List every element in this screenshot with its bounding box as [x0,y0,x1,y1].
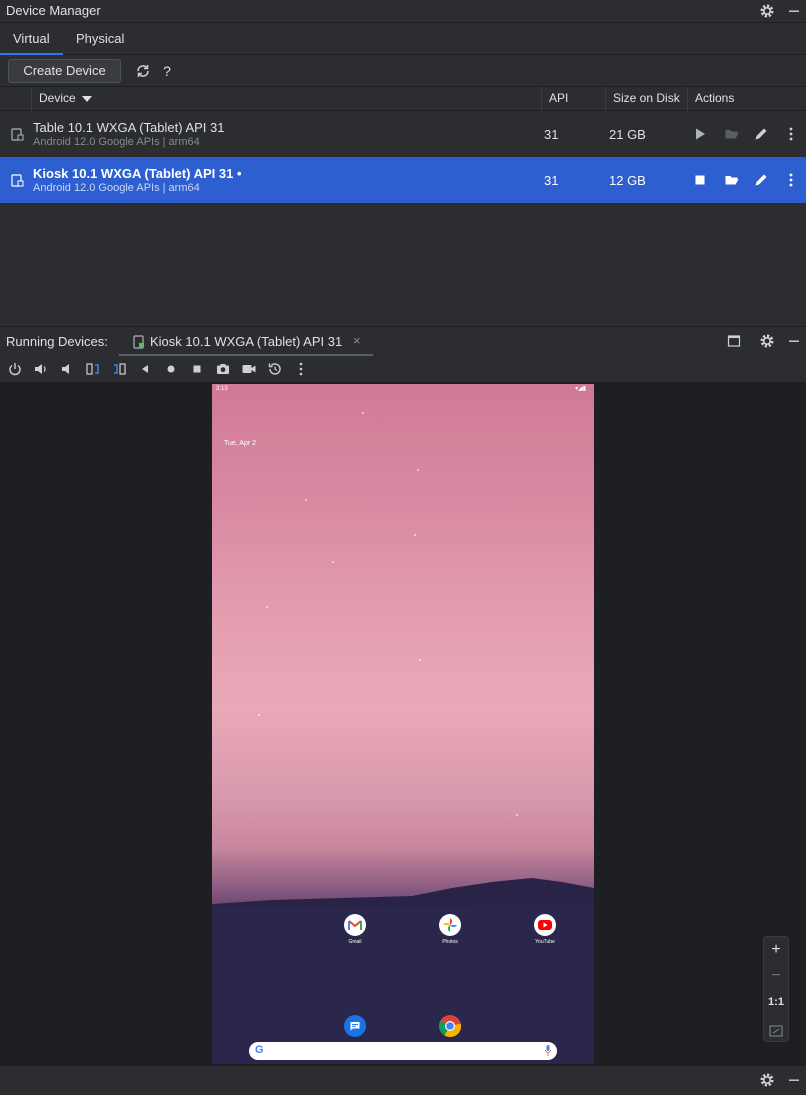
google-search-bar[interactable]: G [249,1042,557,1060]
star-decoration [332,561,334,563]
play-icon[interactable] [692,126,708,142]
power-icon[interactable] [7,361,23,377]
edit-pencil-icon[interactable] [753,172,769,188]
stop-icon[interactable] [692,172,708,188]
camera-icon[interactable] [215,361,231,377]
app-youtube[interactable]: YouTube [525,914,565,945]
volume-up-icon[interactable] [33,361,49,377]
volume-down-icon[interactable] [59,361,75,377]
rotate-left-icon[interactable] [85,361,101,377]
device-toolbar: Create Device ? [0,55,806,87]
running-device-tab-label: Kiosk 10.1 WXGA (Tablet) API 31 [150,334,343,349]
running-device-tab[interactable]: Kiosk 10.1 WXGA (Tablet) API 31 × [119,327,373,356]
tool-window-title: Device Manager [6,3,101,18]
device-size: 12 GB [609,173,646,188]
running-devices-label: Running Devices: [6,334,108,349]
minimize-icon[interactable] [786,333,802,349]
table-row-selected[interactable]: Kiosk 10.1 WXGA (Tablet) API 31 • Androi… [0,157,806,203]
star-decoration [266,606,268,608]
more-options-icon[interactable] [783,172,799,188]
more-options-icon[interactable] [783,126,799,142]
more-options-icon[interactable] [293,361,309,377]
tab-virtual[interactable]: Virtual [0,23,63,55]
device-details: Android 12.0 Google APIs | arm64 [33,136,200,148]
zoom-in-button[interactable]: + [764,937,788,963]
overview-icon[interactable] [189,361,205,377]
star-decoration [417,469,419,471]
gear-icon[interactable] [759,3,775,19]
device-name: Kiosk 10.1 WXGA (Tablet) API 31 • [33,166,242,181]
mountain-silhouette [212,878,594,1064]
tool-window-title-bar: Device Manager [0,0,806,23]
folder-open-icon [724,126,740,142]
header-device-label: Device [39,91,76,105]
app-label: YouTube [535,939,555,945]
star-decoration [258,714,260,716]
app-photos[interactable]: Photos [430,914,470,945]
snapshot-restore-icon[interactable] [267,361,283,377]
status-bar-time: 3:13 [216,386,228,392]
home-date: Tue, Apr 2 [224,440,257,447]
header-api[interactable]: API [541,87,605,111]
gear-icon[interactable] [759,1072,775,1088]
emulator-display-area: 3:13 ▾◢▮ Tue, Apr 2 Gmail Photos YouTube… [0,383,806,1065]
edit-pencil-icon[interactable] [753,126,769,142]
back-icon[interactable] [137,361,153,377]
device-name: Table 10.1 WXGA (Tablet) API 31 [33,120,225,135]
create-device-button[interactable]: Create Device [8,59,121,83]
zoom-actual-size-button[interactable]: 1:1 [764,989,788,1015]
zoom-out-button[interactable]: − [764,963,788,989]
device-api: 31 [544,127,559,142]
sort-descending-icon [81,95,92,102]
gmail-icon [344,914,366,936]
device-table-header: Device API Size on Disk Actions [0,87,806,111]
refresh-icon[interactable] [135,63,151,79]
chrome-app-icon[interactable] [439,1015,461,1037]
running-devices-header: Running Devices: Kiosk 10.1 WXGA (Tablet… [0,327,806,356]
device-size: 21 GB [609,127,646,142]
emulator-toolbar [0,356,806,383]
device-screen[interactable]: 3:13 ▾◢▮ Tue, Apr 2 Gmail Photos YouTube… [212,384,594,1064]
window-icon[interactable] [726,333,742,349]
table-row[interactable]: Table 10.1 WXGA (Tablet) API 31 Android … [0,111,806,157]
device-type-tabs: Virtual Physical [0,23,806,55]
star-decoration [419,659,421,661]
gear-icon[interactable] [759,333,775,349]
header-device[interactable]: Device [31,87,541,111]
tablet-device-icon [132,334,146,350]
tablet-device-icon [9,172,25,188]
minimize-icon[interactable] [786,1072,802,1088]
header-icon-column [0,87,31,111]
zoom-controls: + − 1:1 [763,936,789,1042]
status-bar-icons: ▾◢▮ [575,386,586,392]
table-empty-area [0,203,806,327]
home-icon[interactable] [163,361,179,377]
device-details: Android 12.0 Google APIs | arm64 [33,182,200,194]
star-decoration [414,534,416,536]
zoom-fit-icon[interactable] [764,1015,788,1041]
header-actions: Actions [687,87,806,111]
star-decoration [516,814,518,816]
tab-physical[interactable]: Physical [63,23,137,55]
close-tab-icon[interactable]: × [353,333,361,348]
tablet-device-icon [9,126,25,142]
minimize-icon[interactable] [786,3,802,19]
youtube-icon [534,914,556,936]
rotate-right-icon[interactable] [111,361,127,377]
device-api: 31 [544,173,559,188]
app-gmail[interactable]: Gmail [335,914,375,945]
star-decoration [305,499,307,501]
header-size-on-disk[interactable]: Size on Disk [605,87,687,111]
bottom-tool-bar [0,1065,806,1095]
microphone-icon[interactable] [545,1045,551,1056]
video-record-icon[interactable] [241,361,257,377]
photos-icon [439,914,461,936]
folder-open-icon[interactable] [724,172,740,188]
star-decoration [362,412,364,414]
app-label: Photos [442,939,458,945]
app-label: Gmail [348,939,362,945]
messages-app-icon[interactable] [344,1015,366,1037]
help-button[interactable]: ? [160,62,174,80]
google-logo-icon: G [255,1044,264,1056]
